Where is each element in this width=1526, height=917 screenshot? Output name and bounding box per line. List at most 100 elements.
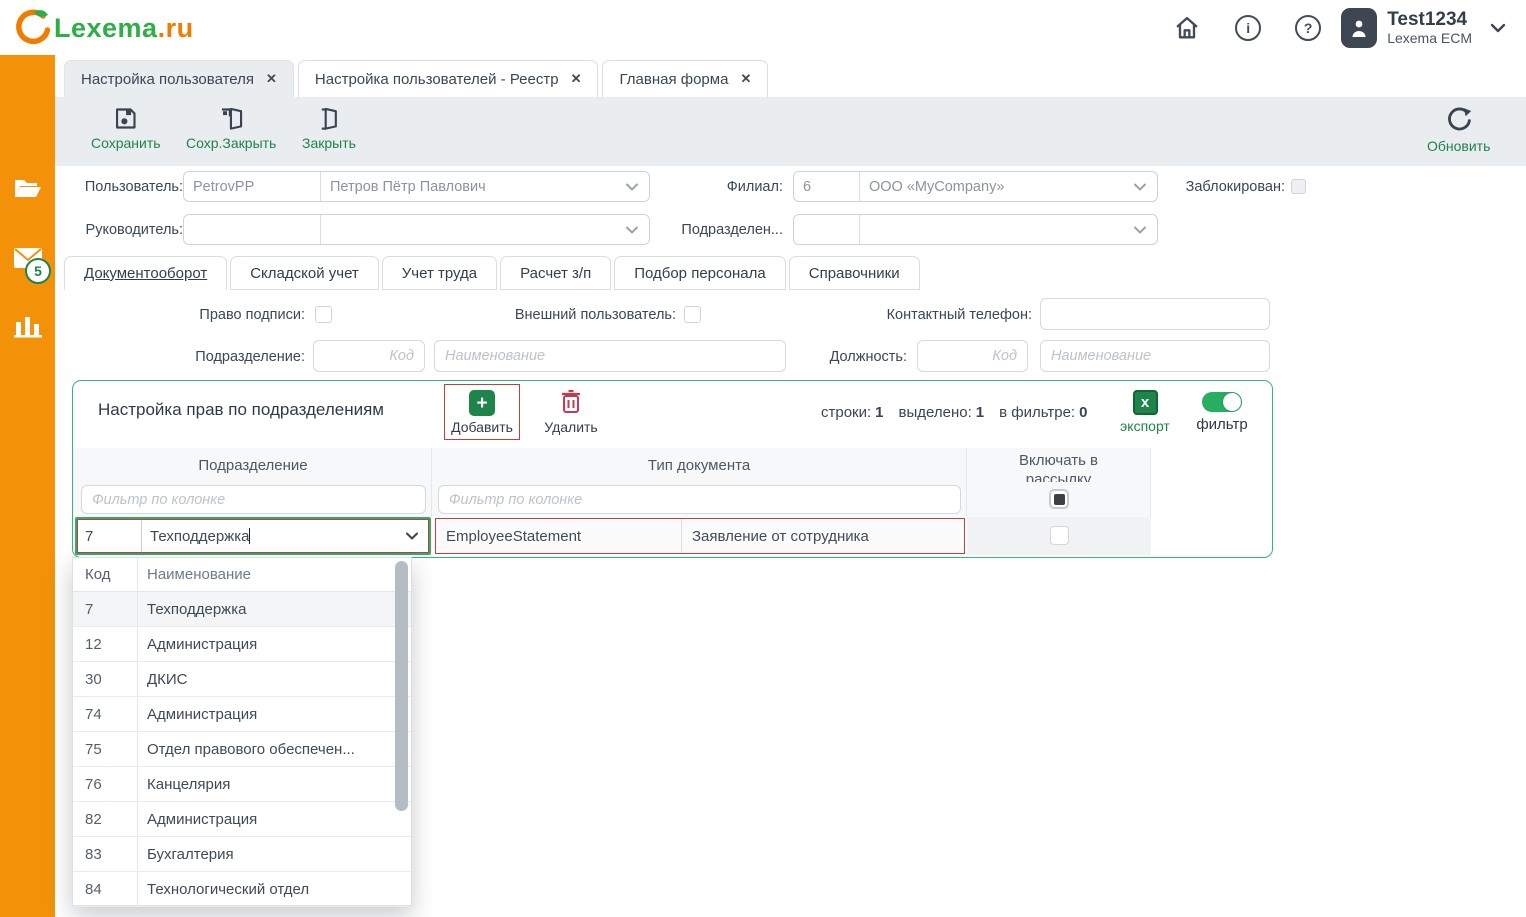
dropdown-item[interactable]: 7Техподдержка	[73, 592, 411, 627]
dropdown-item[interactable]: 74Администрация	[73, 697, 411, 732]
column-header-department[interactable]: Подразделение	[75, 448, 432, 482]
chevron-down-icon[interactable]	[624, 222, 640, 238]
dropdown-header: Код Наименование	[73, 558, 411, 592]
toolbar: Сохранить Сохр.Закрыть Закрыть Обновит	[55, 97, 1526, 166]
user-select[interactable]: PetrovPP Петров Пётр Павлович	[183, 171, 650, 202]
branch-code-value: 6	[803, 179, 811, 195]
chevron-down-icon[interactable]	[624, 179, 640, 195]
dropdown-item[interactable]: 30ДКИС	[73, 662, 411, 697]
close-icon[interactable]: ✕	[571, 71, 582, 87]
user-name: Test1234	[1387, 9, 1472, 30]
blocked-checkbox[interactable]	[1291, 179, 1306, 194]
add-row-button[interactable]: + Добавить	[444, 384, 520, 440]
rows-count-label: строки:	[821, 404, 871, 421]
save-icon	[112, 105, 139, 132]
dropdown-item[interactable]: 82Администрация	[73, 802, 411, 837]
filter-cell-mailing	[967, 482, 1151, 517]
mailing-row-checkbox[interactable]	[1050, 526, 1069, 545]
doctype-name[interactable]: Заявление от сотрудника	[682, 528, 964, 545]
toggle-on-icon[interactable]	[1202, 392, 1242, 412]
division-select[interactable]	[793, 214, 1158, 245]
doctype-filter-input[interactable]	[438, 485, 961, 514]
user-name-value: Петров Пётр Павлович	[321, 179, 624, 195]
department-cell-name[interactable]: Техподдержка	[142, 528, 403, 545]
department-code-input[interactable]	[313, 340, 425, 372]
close-button[interactable]: Закрыть	[302, 105, 356, 151]
subtab-docflow[interactable]: Документооборот	[64, 256, 227, 290]
text-caret	[249, 528, 250, 544]
dropdown-item[interactable]: 83Бухгалтерия	[73, 837, 411, 872]
department-cell-combobox[interactable]: 7 Техподдержка	[75, 517, 431, 555]
external-user-checkbox[interactable]	[684, 306, 701, 323]
save-button[interactable]: Сохранить	[91, 105, 161, 151]
dropdown-code-header: Код	[73, 558, 138, 591]
logo-text-suffix: .ru	[158, 13, 194, 43]
info-icon[interactable]: i	[1235, 15, 1261, 41]
chevron-down-icon[interactable]	[1488, 18, 1508, 38]
chevron-down-icon[interactable]	[1132, 179, 1148, 195]
column-header-mailing[interactable]: Включать в рассылку	[967, 448, 1151, 482]
close-icon[interactable]: ✕	[740, 71, 751, 87]
external-user-label: Внешний пользователь:	[500, 304, 676, 326]
export-button[interactable]: x экспорт	[1116, 390, 1174, 434]
refresh-button[interactable]: Обновить	[1427, 105, 1490, 154]
selected-count-label: выделено:	[899, 404, 972, 421]
subtab-payroll[interactable]: Расчет з/п	[500, 256, 611, 290]
save-close-button[interactable]: Сохр.Закрыть	[186, 105, 276, 151]
user-menu[interactable]: Test1234 Lexema ECM	[1341, 8, 1508, 48]
blocked-label: Заблокирован:	[1176, 176, 1285, 198]
manager-select[interactable]	[183, 214, 650, 245]
logo-text-main: Lexema	[54, 13, 158, 43]
position-code-input[interactable]	[917, 340, 1028, 372]
mailing-filter-checkbox[interactable]	[1049, 489, 1069, 509]
selected-count-value: 1	[976, 404, 984, 421]
chevron-down-icon[interactable]	[1132, 222, 1148, 238]
column-header-doctype[interactable]: Тип документа	[432, 448, 967, 482]
subtab-warehouse[interactable]: Складской учет	[230, 256, 379, 290]
dropdown-item[interactable]: 76Канцелярия	[73, 767, 411, 802]
help-icon[interactable]: ?	[1295, 15, 1321, 41]
position-name-input[interactable]	[1040, 340, 1270, 372]
home-icon[interactable]	[1173, 14, 1201, 42]
department-name-input[interactable]	[434, 340, 786, 372]
subtab-labor[interactable]: Учет труда	[382, 256, 497, 290]
chart-icon[interactable]	[0, 301, 55, 351]
window-tabbar: Настройка пользователя ✕ Настройка польз…	[55, 60, 1526, 97]
grid-counters: строки:1 выделено:1 в фильтре:0	[821, 381, 1087, 443]
close-form-icon	[315, 105, 342, 132]
app-window: Lexema.ru i ? Test1234 Lexema ECM	[0, 0, 1526, 917]
tab-main-form[interactable]: Главная форма ✕	[602, 60, 768, 97]
tab-label: Настройка пользователя	[81, 71, 254, 88]
dropdown-item[interactable]: 84Технологический отдел	[73, 872, 411, 907]
app-logo[interactable]: Lexema.ru	[12, 7, 194, 49]
department-filter-input[interactable]	[81, 485, 426, 514]
tab-users-registry[interactable]: Настройка пользователей - Реестр ✕	[298, 60, 599, 97]
dropdown-item[interactable]: 75Отдел правового обеспечен...	[73, 732, 411, 767]
subtab-recruiting[interactable]: Подбор персонала	[614, 256, 786, 290]
delete-row-button[interactable]: Удалить	[535, 389, 607, 435]
filtered-count-value: 0	[1079, 404, 1087, 421]
dropdown-name-header: Наименование	[138, 566, 411, 583]
chevron-down-icon[interactable]	[403, 527, 421, 545]
division-label: Подразделен...	[678, 219, 783, 241]
close-icon[interactable]: ✕	[266, 71, 277, 87]
module-subtabs: Документооборот Складской учет Учет труд…	[64, 256, 920, 290]
phone-input[interactable]	[1040, 298, 1270, 330]
panel-title: Настройка прав по подразделениям	[98, 400, 384, 420]
department-cell-code[interactable]: 7	[78, 520, 142, 552]
subtab-dictionaries[interactable]: Справочники	[789, 256, 920, 290]
header-actions: i ? Test1234 Lexema ECM	[1173, 0, 1508, 55]
rows-count-value: 1	[875, 404, 883, 421]
doctype-cell[interactable]: EmployeeStatement Заявление от сотрудник…	[435, 518, 965, 554]
tab-user-settings[interactable]: Настройка пользователя ✕	[64, 60, 294, 97]
dropdown-scrollbar[interactable]	[395, 561, 408, 811]
doctype-code[interactable]: EmployeeStatement	[436, 519, 682, 553]
folder-icon[interactable]	[0, 163, 55, 213]
tab-label: Главная форма	[619, 71, 728, 88]
branch-select[interactable]: 6 ООО «MyCompany»	[793, 171, 1158, 202]
trash-icon	[559, 389, 583, 415]
dropdown-item[interactable]: 12Администрация	[73, 627, 411, 662]
filter-toggle[interactable]: фильтр	[1185, 392, 1259, 433]
position-label: Должность:	[820, 346, 907, 368]
sign-right-checkbox[interactable]	[315, 306, 332, 323]
